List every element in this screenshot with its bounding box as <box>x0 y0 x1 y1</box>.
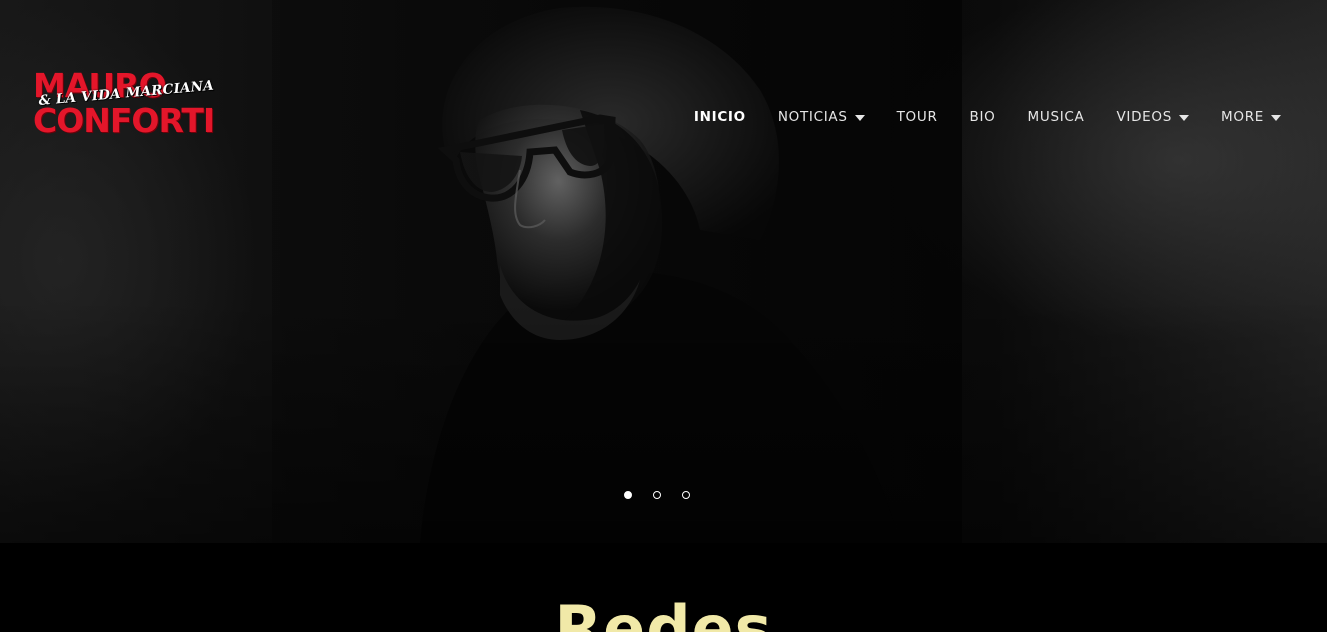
page: MAURO CONFORTI & LA VIDA MARCIANA INICIO… <box>0 0 1327 632</box>
nav-item-label: TOUR <box>896 109 938 125</box>
slider-pagination <box>624 491 711 499</box>
main-nav: INICIO NOTICIAS TOUR BIO MUSICA VIDEOS M… <box>662 106 1281 128</box>
site-logo[interactable]: MAURO CONFORTI & LA VIDA MARCIANA <box>33 68 215 138</box>
slider-dot-3[interactable] <box>682 491 690 499</box>
nav-item-label: VIDEOS <box>1116 109 1173 125</box>
redes-section: Redes <box>0 543 1327 632</box>
nav-item-bio[interactable]: BIO <box>970 109 996 125</box>
nav-item-tour[interactable]: TOUR <box>897 109 938 125</box>
nav-item-label: BIO <box>969 109 996 125</box>
nav-item-videos[interactable]: VIDEOS <box>1116 109 1190 125</box>
caret-down-icon <box>1271 114 1281 121</box>
nav-item-musica[interactable]: MUSICA <box>1028 109 1085 125</box>
nav-item-noticias[interactable]: NOTICIAS <box>778 109 865 125</box>
nav-item-label: MUSICA <box>1027 109 1085 125</box>
section-title: Redes <box>554 592 773 632</box>
slider-dot-2[interactable] <box>653 491 661 499</box>
caret-down-icon <box>854 114 865 121</box>
nav-item-inicio[interactable]: INICIO <box>694 109 746 125</box>
nav-item-label: INICIO <box>693 109 746 125</box>
logo-line2: CONFORTI <box>33 101 215 140</box>
caret-down-icon <box>1179 114 1190 121</box>
nav-item-label: MORE <box>1221 109 1264 125</box>
nav-item-more[interactable]: MORE <box>1221 109 1281 125</box>
slider-dot-1[interactable] <box>624 491 632 499</box>
nav-item-label: NOTICIAS <box>777 109 848 125</box>
